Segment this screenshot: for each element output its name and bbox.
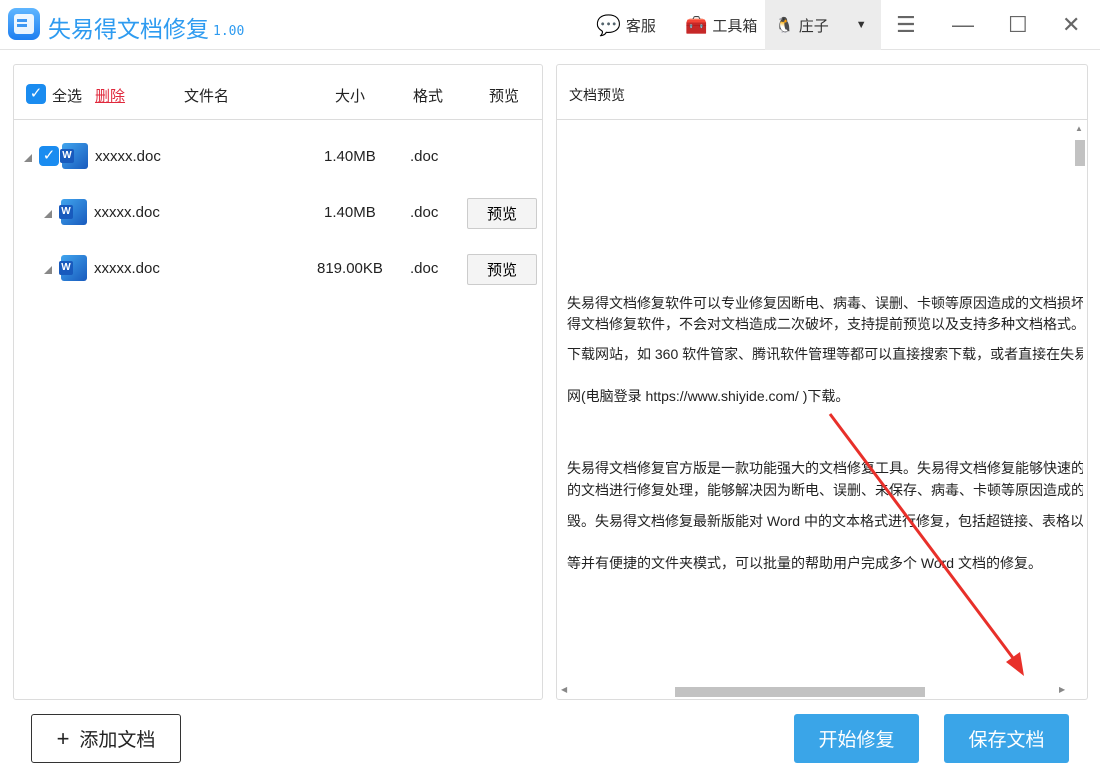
start-repair-button[interactable]: 开始修复 [794,714,919,763]
annotation-arrow-icon [828,413,1024,676]
add-document-button[interactable]: + 添加文档 [31,714,181,763]
save-document-button[interactable]: 保存文档 [944,714,1069,763]
plus-icon: + [56,726,70,751]
